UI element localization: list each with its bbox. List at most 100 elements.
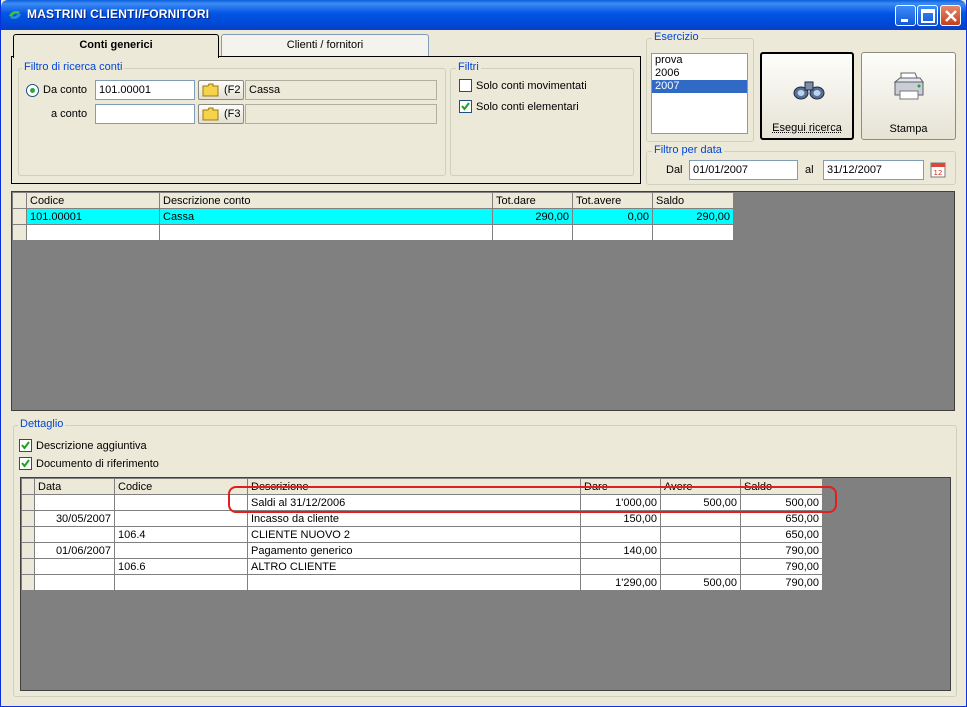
cell[interactable] xyxy=(660,542,741,559)
table-row[interactable] xyxy=(12,224,734,241)
cell[interactable] xyxy=(572,224,653,241)
da-conto-lookup-button[interactable]: (F2 xyxy=(198,80,244,100)
a-conto-input[interactable] xyxy=(95,104,195,124)
row-selector[interactable] xyxy=(21,510,35,527)
cell[interactable] xyxy=(114,574,248,591)
cell[interactable] xyxy=(652,224,734,241)
cell[interactable]: 1'290,00 xyxy=(580,574,661,591)
solo-elementari-checkbox[interactable] xyxy=(459,100,472,113)
solo-movimentati-checkbox[interactable] xyxy=(459,79,472,92)
cell[interactable] xyxy=(492,224,573,241)
cell[interactable] xyxy=(660,558,741,575)
cell[interactable] xyxy=(114,542,248,559)
row-selector-header[interactable] xyxy=(21,478,35,495)
a-conto-label: a conto xyxy=(51,108,88,120)
maximize-icon xyxy=(921,9,935,23)
row-selector[interactable] xyxy=(21,542,35,559)
cell[interactable]: 106.6 xyxy=(114,558,248,575)
descrizione-aggiuntiva-checkbox[interactable] xyxy=(19,439,32,452)
tab-label: Clienti / fornitori xyxy=(286,39,364,51)
row-selector[interactable] xyxy=(12,224,27,241)
cell[interactable] xyxy=(247,574,581,591)
cell[interactable]: 290,00 xyxy=(652,208,734,225)
da-conto-input[interactable]: 101.00001 xyxy=(95,80,195,100)
cell[interactable]: 650,00 xyxy=(740,526,823,543)
tab-conti-generici[interactable]: Conti generici xyxy=(13,34,219,58)
row-selector[interactable] xyxy=(21,526,35,543)
stampa-button[interactable]: Stampa xyxy=(861,52,956,140)
svg-text:12: 12 xyxy=(934,169,943,177)
cell[interactable]: CLIENTE NUOVO 2 xyxy=(247,526,581,543)
cell[interactable] xyxy=(26,224,160,241)
documento-riferimento-checkbox[interactable] xyxy=(19,457,32,470)
al-date-input[interactable]: 31/12/2007 xyxy=(823,160,924,180)
row-selector[interactable] xyxy=(21,558,35,575)
cell[interactable]: 106.4 xyxy=(114,526,248,543)
minimize-button[interactable] xyxy=(895,5,916,26)
cell[interactable]: 790,00 xyxy=(740,542,823,559)
cell[interactable] xyxy=(660,526,741,543)
calendar-icon[interactable]: 12 xyxy=(930,161,946,178)
binoculars-icon xyxy=(793,81,825,100)
esegui-ricerca-button[interactable]: Esegui ricerca xyxy=(760,52,854,140)
cell[interactable] xyxy=(34,494,115,511)
da-conto-radio[interactable] xyxy=(26,84,39,97)
cell[interactable]: ALTRO CLIENTE xyxy=(247,558,581,575)
totals-row[interactable]: 1'290,00 500,00 790,00 xyxy=(21,574,823,591)
row-selector[interactable] xyxy=(12,208,27,225)
esercizio-listbox[interactable]: prova 2006 2007 xyxy=(651,53,748,134)
checkmark-icon xyxy=(21,459,30,468)
cell[interactable]: 30/05/2007 xyxy=(34,510,115,527)
table-row[interactable]: 106.6 ALTRO CLIENTE 790,00 xyxy=(21,558,823,575)
cell[interactable] xyxy=(34,526,115,543)
row-selector[interactable] xyxy=(21,574,35,591)
filtri-label: Filtri xyxy=(456,61,481,73)
col-header[interactable]: Saldo xyxy=(652,192,734,209)
cell[interactable] xyxy=(34,574,115,591)
col-header[interactable]: Data xyxy=(34,478,115,495)
stampa-label: Stampa xyxy=(889,123,928,135)
cell[interactable]: 790,00 xyxy=(740,558,823,575)
solo-movimentati-label: Solo conti movimentati xyxy=(476,80,587,92)
cell[interactable] xyxy=(159,224,493,241)
table-row[interactable]: 101.00001 Cassa 290,00 0,00 290,00 xyxy=(12,208,734,225)
minimize-icon xyxy=(901,19,908,22)
title-bar[interactable]: MASTRINI CLIENTI/FORNITORI xyxy=(1,0,966,30)
col-header[interactable]: Tot.avere xyxy=(572,192,653,209)
cell[interactable]: Cassa xyxy=(159,208,493,225)
a-conto-lookup-button[interactable]: (F3 xyxy=(198,104,244,124)
main-window: MASTRINI CLIENTI/FORNITORI Conti generic… xyxy=(0,0,967,707)
esercizio-item[interactable]: 2006 xyxy=(652,67,747,80)
cell[interactable]: Pagamento generico xyxy=(247,542,581,559)
cell[interactable] xyxy=(580,526,661,543)
cell[interactable]: 0,00 xyxy=(572,208,653,225)
cell[interactable]: 790,00 xyxy=(740,574,823,591)
solo-elementari-label: Solo conti elementari xyxy=(476,101,579,113)
col-header[interactable]: Codice xyxy=(26,192,160,209)
window-title: MASTRINI CLIENTI/FORNITORI xyxy=(27,7,210,21)
esercizio-item[interactable]: prova xyxy=(652,54,747,67)
cell[interactable] xyxy=(580,558,661,575)
table-row[interactable]: 106.4 CLIENTE NUOVO 2 650,00 xyxy=(21,526,823,543)
row-selector[interactable] xyxy=(21,494,35,511)
cell[interactable]: 140,00 xyxy=(580,542,661,559)
printer-icon xyxy=(893,72,924,100)
cell[interactable]: 290,00 xyxy=(492,208,573,225)
cell[interactable]: 500,00 xyxy=(660,574,741,591)
esegui-ricerca-label: Esegui ricerca xyxy=(772,122,842,134)
col-header[interactable]: Tot.dare xyxy=(492,192,573,209)
cell[interactable] xyxy=(114,510,248,527)
a-conto-key: (F3 xyxy=(224,108,241,120)
row-selector-header[interactable] xyxy=(12,192,27,209)
table-row[interactable]: 01/06/2007 Pagamento generico 140,00 790… xyxy=(21,542,823,559)
dal-date-input[interactable]: 01/01/2007 xyxy=(689,160,798,180)
maximize-button[interactable] xyxy=(917,5,938,26)
close-button[interactable] xyxy=(940,5,961,26)
tab-clienti-fornitori[interactable]: Clienti / fornitori xyxy=(221,34,429,56)
cell[interactable]: 01/06/2007 xyxy=(34,542,115,559)
cell[interactable]: 101.00001 xyxy=(26,208,160,225)
cell[interactable] xyxy=(34,558,115,575)
col-header[interactable]: Descrizione conto xyxy=(159,192,493,209)
dal-label: Dal xyxy=(666,164,683,176)
esercizio-item-selected[interactable]: 2007 xyxy=(652,80,747,93)
